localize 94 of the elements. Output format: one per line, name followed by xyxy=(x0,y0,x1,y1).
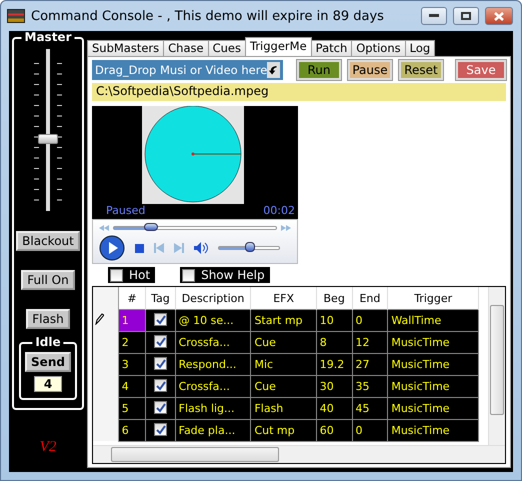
table-cell[interactable]: 1 xyxy=(118,309,146,332)
tag-checkbox[interactable] xyxy=(154,334,167,348)
seek-bar[interactable] xyxy=(113,226,277,230)
table-cell: Mic xyxy=(250,353,316,376)
vertical-scrollbar[interactable] xyxy=(488,287,505,446)
table-cell: WallTime xyxy=(388,309,478,332)
tab[interactable]: Chase xyxy=(163,40,209,56)
table-cell: Crossfa... xyxy=(175,375,251,398)
option-checkbox[interactable]: Hot xyxy=(108,267,156,284)
stop-icon[interactable] xyxy=(135,244,144,253)
action-button[interactable]: Reset xyxy=(399,60,443,80)
table-cell: MusicTime xyxy=(388,419,478,442)
option-checkbox[interactable]: Show Help xyxy=(180,267,270,284)
table-cell: 0 xyxy=(352,419,388,442)
action-button[interactable]: Run xyxy=(297,60,341,80)
column-header[interactable]: Tag xyxy=(146,287,176,310)
tag-checkbox[interactable] xyxy=(154,400,167,414)
close-button[interactable] xyxy=(485,7,513,25)
column-header[interactable]: End xyxy=(352,287,388,310)
app-icon xyxy=(7,9,25,23)
table-cell: MusicTime xyxy=(388,353,478,376)
tab[interactable]: Cues xyxy=(208,40,246,56)
table-cell: 12 xyxy=(352,331,388,354)
file-path-field[interactable]: C:\Softpedia\Softpedia.mpeg xyxy=(92,83,506,101)
slider-thumb[interactable] xyxy=(38,134,58,144)
tag-checkbox[interactable] xyxy=(154,356,167,370)
tab[interactable]: Log xyxy=(404,40,436,56)
table-cell[interactable]: 2 xyxy=(118,331,146,354)
playback-time: 00:02 xyxy=(263,204,295,218)
table-cell: 30 xyxy=(316,375,352,398)
table-cell: MusicTime xyxy=(388,397,478,420)
maximize-icon xyxy=(461,12,471,20)
drop-zone[interactable]: Drag_Drop Musi or Video here xyxy=(92,60,283,80)
tab[interactable]: SubMasters xyxy=(87,40,164,56)
volume-icon[interactable] xyxy=(194,242,208,254)
console-button[interactable]: Full On xyxy=(21,270,75,290)
table-cell: 60 xyxy=(316,419,352,442)
playback-status: Paused xyxy=(106,204,146,218)
checkbox[interactable] xyxy=(182,268,196,282)
minimize-button[interactable] xyxy=(421,7,447,25)
table-cell: Crossfa... xyxy=(175,331,251,354)
table-cell: Cue xyxy=(250,331,316,354)
column-header[interactable]: Description xyxy=(175,287,251,310)
column-header[interactable]: Trigger xyxy=(388,287,478,310)
checkbox[interactable] xyxy=(110,268,123,282)
version-label: V2 xyxy=(40,439,56,456)
table-cell: 19.2 xyxy=(316,353,352,376)
table-cell[interactable]: 4 xyxy=(118,375,146,398)
pencil-icon xyxy=(94,312,104,325)
minimize-icon xyxy=(429,14,439,18)
console-button[interactable]: Blackout xyxy=(16,231,80,251)
horizontal-scrollbar[interactable] xyxy=(93,445,505,464)
volume-thumb[interactable] xyxy=(245,242,256,252)
tag-checkbox[interactable] xyxy=(154,422,167,436)
table-cell: Cut mp xyxy=(250,419,316,442)
table-cell: @ 10 se... xyxy=(175,309,251,332)
table-cell: Respond... xyxy=(175,353,251,376)
console-button[interactable]: Flash xyxy=(26,309,70,329)
column-header[interactable]: EFX xyxy=(250,287,316,310)
table-cell: MusicTime xyxy=(388,331,478,354)
tab[interactable]: TriggerMe xyxy=(244,37,312,56)
tag-checkbox[interactable] xyxy=(154,312,167,326)
table-cell[interactable]: 6 xyxy=(118,419,146,442)
table-cell: Cue xyxy=(250,375,316,398)
play-icon[interactable] xyxy=(99,235,125,262)
maximize-button[interactable] xyxy=(453,7,479,25)
table-cell[interactable]: 3 xyxy=(118,353,146,376)
table-cell: Start mp xyxy=(250,309,316,332)
tab[interactable]: Options xyxy=(351,40,406,56)
table-cell: 35 xyxy=(352,375,388,398)
master-title: Master xyxy=(22,31,74,44)
close-icon xyxy=(494,12,504,20)
table-cell: Flash lig... xyxy=(175,397,251,420)
table-cell: 8 xyxy=(316,331,352,354)
send-button[interactable]: Send xyxy=(25,352,71,372)
column-header[interactable]: Beg xyxy=(316,287,352,310)
idle-title: Idle xyxy=(32,335,64,349)
tab[interactable]: Patch xyxy=(310,40,352,56)
table-cell: Fade pla... xyxy=(175,419,251,442)
action-button[interactable]: Save xyxy=(456,60,506,80)
tag-checkbox[interactable] xyxy=(154,378,167,392)
table-cell: 10 xyxy=(316,309,352,332)
table-cell: MusicTime xyxy=(388,375,478,398)
table-cell: 40 xyxy=(316,397,352,420)
action-button[interactable]: Pause xyxy=(348,60,392,80)
table-cell: 0 xyxy=(352,309,388,332)
window-title: Command Console - , This demo will expire in 89 days xyxy=(31,8,385,24)
table-cell: 45 xyxy=(352,397,388,420)
seek-thumb[interactable] xyxy=(144,222,158,231)
table-cell[interactable]: 5 xyxy=(118,397,146,420)
table-cell: 27 xyxy=(352,353,388,376)
idle-value: 4 xyxy=(34,376,62,392)
table-cell: Flash xyxy=(250,397,316,420)
column-header[interactable]: # xyxy=(118,287,146,310)
